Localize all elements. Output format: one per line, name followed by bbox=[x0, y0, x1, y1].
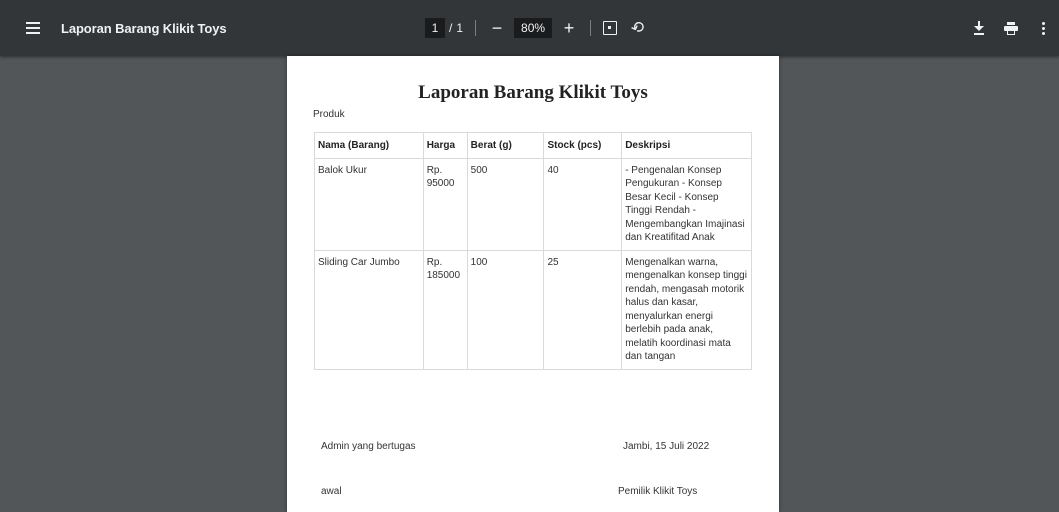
table-row: Balok Ukur Rp. 95000 500 40 - Pengenalan… bbox=[314, 157, 752, 251]
fit-page-icon[interactable] bbox=[603, 21, 618, 35]
column-header: Harga bbox=[422, 132, 468, 159]
zoom-level-input[interactable]: 80% bbox=[514, 18, 553, 38]
page-number-input[interactable]: 1 bbox=[425, 18, 445, 38]
more-icon bbox=[1041, 21, 1045, 36]
section-label: Produk bbox=[313, 109, 345, 120]
column-header: Deskripsi bbox=[621, 132, 752, 159]
table-cell: Balok Ukur bbox=[314, 157, 424, 251]
zoom-in-button[interactable]: + bbox=[560, 18, 578, 38]
table-cell: Rp. 95000 bbox=[422, 157, 468, 251]
download-button[interactable] bbox=[963, 16, 995, 40]
zoom-out-button[interactable]: − bbox=[488, 18, 506, 38]
table-cell: 25 bbox=[543, 249, 623, 370]
menu-icon[interactable] bbox=[26, 19, 40, 37]
print-button[interactable] bbox=[995, 16, 1027, 40]
signature-right-title: Jambi, 15 Juli 2022 bbox=[623, 441, 710, 452]
table-cell: 100 bbox=[466, 249, 545, 370]
toolbar-actions bbox=[963, 16, 1059, 40]
column-header: Nama (Barang) bbox=[314, 132, 424, 159]
report-title: Laporan Barang Klikit Toys bbox=[418, 82, 648, 103]
table-cell: 500 bbox=[466, 157, 545, 251]
table-cell: Sliding Car Jumbo bbox=[314, 249, 424, 370]
table-cell: 40 bbox=[543, 157, 623, 251]
column-header: Berat (g) bbox=[466, 132, 545, 159]
page-separator: / bbox=[449, 21, 453, 35]
pdf-toolbar: Laporan Barang Klikit Toys 1 / 1 − 80% +… bbox=[0, 0, 1059, 56]
table-row: Sliding Car Jumbo Rp. 185000 100 25 Meng… bbox=[314, 249, 752, 370]
table-cell: - Pengenalan Konsep Pengukuran - Konsep … bbox=[621, 157, 752, 251]
rotate-icon[interactable]: ⟲ bbox=[628, 16, 647, 39]
table-header-row: Nama (Barang) Harga Berat (g) Stock (pcs… bbox=[314, 132, 752, 159]
table-cell: Mengenalkan warna, mengenalkan konsep ti… bbox=[621, 249, 752, 370]
document-title: Laporan Barang Klikit Toys bbox=[61, 21, 227, 36]
toolbar-divider bbox=[590, 20, 592, 36]
product-table: Nama (Barang) Harga Berat (g) Stock (pcs… bbox=[314, 132, 752, 370]
print-icon bbox=[1004, 22, 1018, 35]
signature-left-name: awal bbox=[321, 486, 342, 497]
more-actions-button[interactable] bbox=[1027, 16, 1059, 40]
pdf-page: Laporan Barang Klikit Toys Produk Nama (… bbox=[287, 56, 779, 512]
page-zoom-controls: 1 / 1 − 80% + ⟲ bbox=[425, 16, 647, 39]
signature-right-name: Pemilik Klikit Toys bbox=[618, 486, 698, 497]
download-icon bbox=[974, 21, 984, 35]
toolbar-divider bbox=[475, 20, 477, 36]
column-header: Stock (pcs) bbox=[543, 132, 623, 159]
signature-left-title: Admin yang bertugas bbox=[321, 441, 416, 452]
table-cell: Rp. 185000 bbox=[422, 249, 468, 370]
page-total: 1 bbox=[456, 21, 464, 35]
